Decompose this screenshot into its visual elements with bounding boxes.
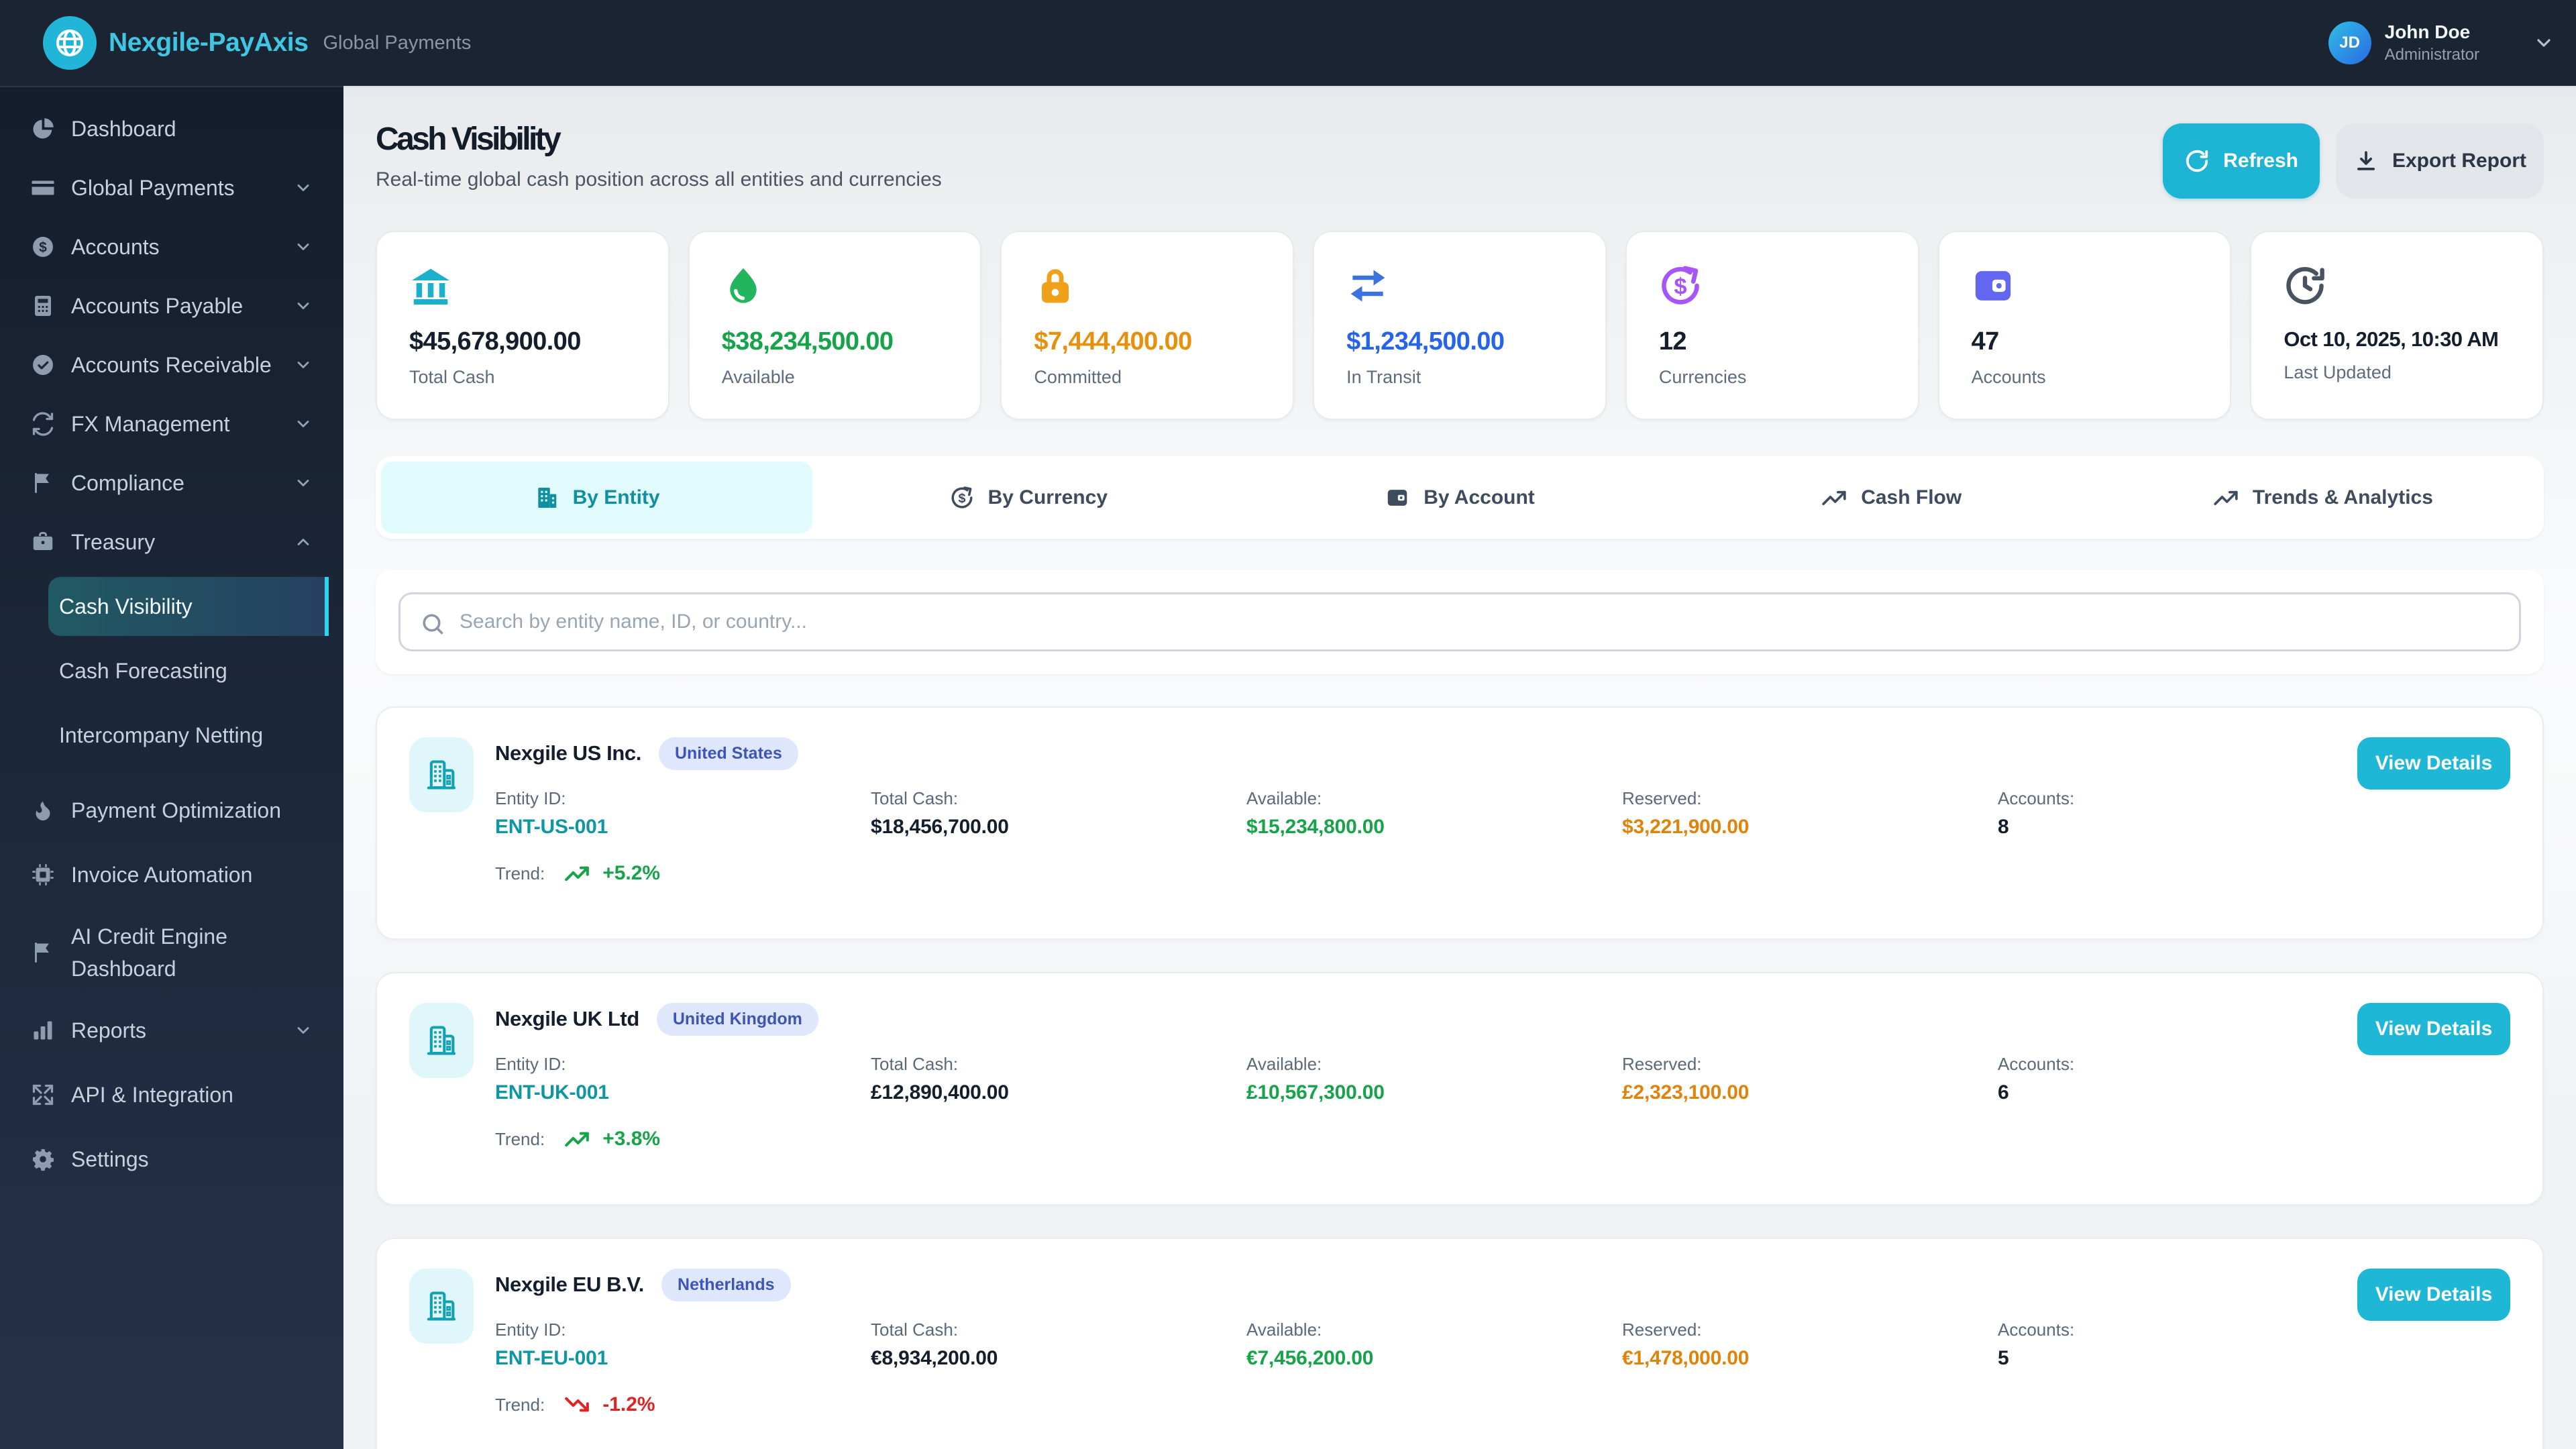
- svg-text:$: $: [39, 240, 47, 256]
- svg-text:$: $: [1674, 274, 1686, 299]
- svg-text:$: $: [958, 490, 965, 505]
